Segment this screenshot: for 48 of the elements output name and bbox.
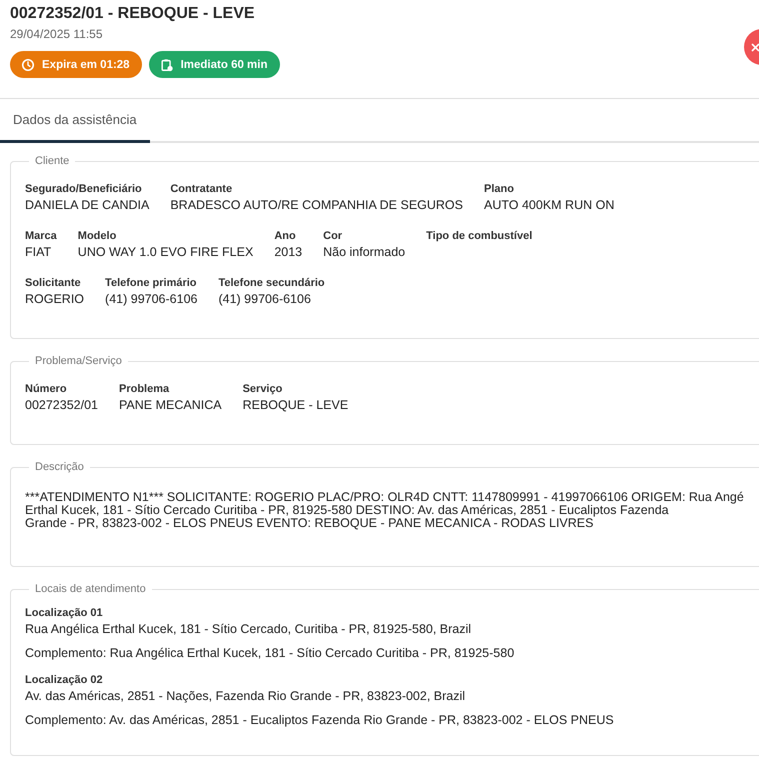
field-value: (41) 99706-6106: [105, 292, 198, 306]
field-value: 00272352/01: [25, 398, 98, 412]
field-value: BRADESCO AUTO/RE COMPANHIA DE SEGUROS: [170, 198, 463, 212]
address-text: Rua Angélica Erthal Kucek, 181 - Sítio Cercado, Curitiba - PR, 81925-580, Brazil: [25, 622, 472, 636]
status-badge: Expira em 01:28: [10, 51, 142, 78]
section-title: Locais de atendimento: [34, 583, 147, 595]
location-label: Localização 01: [25, 607, 104, 619]
complement-text: Complemento: Rua Angélica Erthal Kucek, 181 - Sítio Cercado Curitiba - PR, 81925-580: [25, 646, 516, 660]
field-label: Tipo de combustível: [426, 230, 532, 242]
field-value: AUTO 400KM RUN ON: [484, 198, 614, 212]
field-label: Telefone secundário: [218, 277, 325, 289]
description-text: ***ATENDIMENTO N1*** SOLICITANTE: ROGERIO PLAC/PRO: OLR4D CNTT: 1147809991 - 41997066106 ORIGEM: Rua Angé: [25, 491, 745, 504]
field-label: Ano: [274, 230, 297, 242]
section-title: Cliente: [34, 155, 70, 167]
field-label: Plano: [484, 183, 515, 195]
field-label: Solicitante: [25, 277, 82, 289]
field-label: Marca: [25, 230, 57, 242]
field-value: UNO WAY 1.0 EVO FIRE FLEX: [78, 245, 254, 259]
field-label: Problema: [119, 383, 170, 395]
location-label: Localização 02: [25, 674, 104, 686]
field-value: Não informado: [323, 245, 406, 259]
address-text: Av. das Américas, 2851 - Nações, Fazenda Rio Grande - PR, 83823-002, Brazil: [25, 689, 466, 703]
field-value: 2013: [274, 245, 302, 259]
close-icon: [751, 42, 759, 52]
section-title: Descrição: [34, 461, 85, 473]
field-label: Telefone primário: [105, 277, 198, 289]
field-value: PANE MECANICA: [119, 398, 222, 412]
field-label: Modelo: [78, 230, 118, 242]
field-value: DANIELA DE CANDIA: [25, 198, 150, 212]
page-title: 00272352/01 - REBOQUE - LEVE: [10, 5, 256, 23]
date-time: 29/04/2025 11:55: [10, 27, 104, 41]
field-value: ROGERIO: [25, 292, 84, 306]
description-text: Grande - PR, 83823-002 - ELOS PNEUS EVENTO: REBOQUE - PANE MECANICA - RODAS LIVRES: [25, 517, 594, 530]
clock-icon: [21, 58, 35, 72]
section-title: Problema/Serviço: [34, 355, 123, 367]
field-value: REBOQUE - LEVE: [242, 398, 348, 412]
field-label: Contratante: [170, 183, 234, 195]
field-label: Cor: [323, 230, 344, 242]
description-text: Erthal Kucek, 181 - Sítio Cercado Curitiba - PR, 81925-580 DESTINO: Av. das Américas, 2851 - Eucaliptos Fazenda: [25, 504, 670, 517]
status-badge: Imediato 60 min: [148, 51, 280, 78]
complement-text: Complemento: Av. das Américas, 2851 - Eucaliptos Fazenda Rio Grande - PR, 83823-002 - ELOS PNEUS: [25, 713, 615, 727]
field-value: (41) 99706-6106: [218, 292, 312, 306]
field-label: Serviço: [242, 383, 284, 395]
field-value: FIAT: [25, 245, 52, 259]
clipboard-icon: [160, 58, 174, 72]
tab[interactable]: Dados da assistência: [0, 99, 150, 143]
field-label: Número: [25, 383, 68, 395]
field-label: Segurado/Beneficiário: [25, 183, 143, 195]
